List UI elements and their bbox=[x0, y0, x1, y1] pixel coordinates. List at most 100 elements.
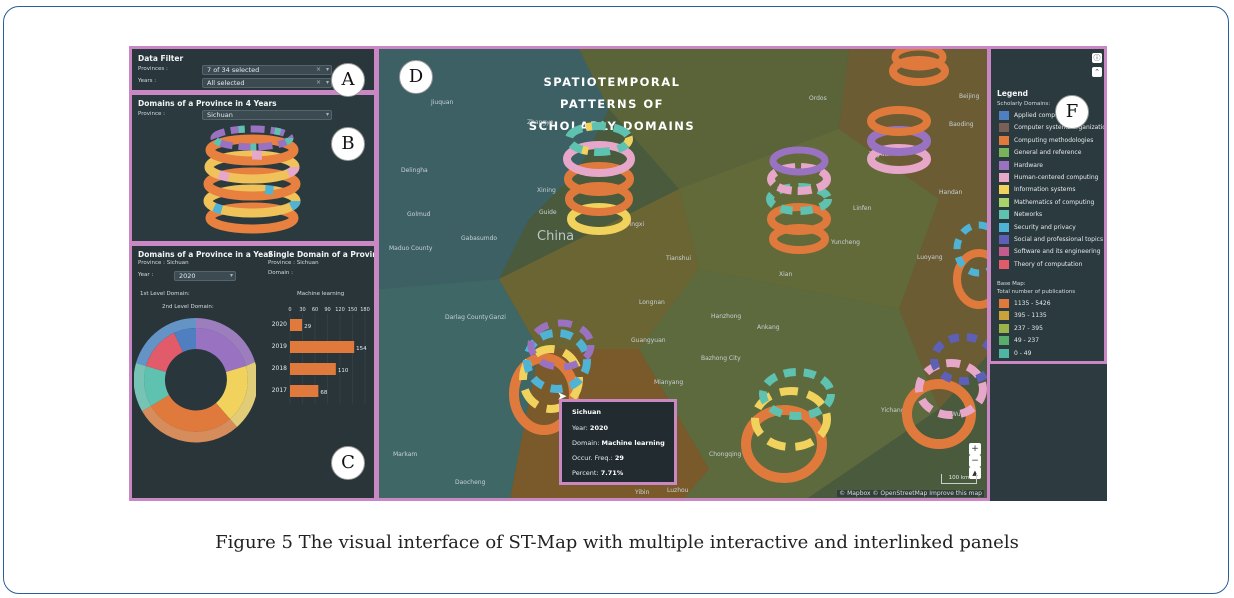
category-label: 2020 bbox=[272, 321, 287, 328]
legend-swatch bbox=[999, 160, 1009, 170]
st-map-interface: Data Filter Provinces : 7 of 34 selected… bbox=[129, 46, 1107, 501]
clear-icon[interactable]: × bbox=[316, 66, 321, 74]
basemap-legend-item[interactable]: 395 - 1135 bbox=[999, 311, 1047, 321]
category-label: 2017 bbox=[272, 387, 287, 394]
basemap-legend-item[interactable]: 0 - 49 bbox=[999, 348, 1031, 359]
chevron-down-icon[interactable]: ▾ bbox=[326, 66, 329, 74]
legend-panel: ⓘ ⌃ Legend Scholarly Domains: Applied co… bbox=[988, 46, 1107, 364]
province-select[interactable]: Sichuan ▾ bbox=[202, 110, 332, 120]
badge-a: A bbox=[331, 63, 365, 97]
bar[interactable] bbox=[290, 385, 319, 397]
badge-f: F bbox=[1055, 95, 1089, 129]
tooltip-domain: Domain: Machine learning bbox=[572, 439, 665, 447]
basemap-legend-item[interactable]: 1135 - 5426 bbox=[999, 299, 1051, 309]
level2-label: 2nd Level Domain: bbox=[162, 304, 214, 310]
category-label: 2018 bbox=[272, 365, 287, 372]
years-select[interactable]: All selected × ▾ bbox=[202, 78, 332, 88]
province-4-years-panel: Domains of a Province in 4 Years Provinc… bbox=[129, 92, 377, 244]
badge-d: D bbox=[399, 60, 433, 94]
bar[interactable] bbox=[290, 319, 303, 331]
legend-title: Legend bbox=[997, 89, 1029, 98]
legend-swatch bbox=[999, 135, 1009, 145]
clear-icon[interactable]: × bbox=[316, 79, 321, 87]
ring-stack bbox=[203, 125, 301, 234]
domain-legend-item[interactable]: Human-centered computing bbox=[999, 173, 1098, 183]
tooltip-domain-value: Machine learning bbox=[601, 439, 665, 447]
x-tick-label: 180 bbox=[360, 307, 370, 313]
legend-label: Networks bbox=[1014, 211, 1043, 219]
legend-label: 49 - 237 bbox=[1014, 337, 1040, 345]
right-title: Single Domain of a Province bbox=[268, 250, 377, 259]
legend-label: 237 - 395 bbox=[1014, 324, 1043, 332]
ring-glyph-layer bbox=[509, 49, 990, 483]
provinces-select[interactable]: 7 of 34 selected × ▾ bbox=[202, 65, 332, 75]
legend-swatch bbox=[999, 235, 1009, 244]
info-icon[interactable]: ⓘ bbox=[1092, 53, 1102, 63]
domain-legend-item[interactable]: Hardware bbox=[999, 160, 1043, 171]
year-select[interactable]: 2020 ▾ bbox=[174, 271, 236, 281]
ring-glyph-gansu[interactable] bbox=[563, 122, 635, 235]
bar-value-label: 29 bbox=[304, 324, 311, 330]
bar[interactable] bbox=[290, 341, 355, 353]
basemap-legend-item[interactable]: 237 - 395 bbox=[999, 323, 1043, 334]
bar-value-label: 110 bbox=[338, 368, 349, 374]
province-value: Sichuan bbox=[207, 111, 233, 119]
bar[interactable] bbox=[290, 363, 336, 375]
domain-legend-item[interactable]: Mathematics of computing bbox=[999, 197, 1094, 208]
map-attribution[interactable]: © Mapbox © OpenStreetMap Improve this ma… bbox=[837, 490, 984, 497]
x-tick-label: 120 bbox=[335, 307, 345, 313]
domains-title: Scholarly Domains: bbox=[997, 101, 1051, 107]
right-province: Province : Sichuan bbox=[268, 260, 319, 266]
zoom-out-button[interactable]: − bbox=[969, 455, 981, 467]
tooltip-year: Year: 2020 bbox=[572, 424, 608, 432]
ring-glyph-hubei[interactable] bbox=[902, 333, 990, 449]
legend-label: 1135 - 5426 bbox=[1014, 300, 1051, 307]
tooltip-freq-label: Occur. Freq.: bbox=[572, 454, 613, 462]
x-tick-label: 30 bbox=[299, 307, 305, 313]
domain-legend-item[interactable]: Networks bbox=[999, 210, 1042, 220]
domain-legend-item[interactable]: General and reference bbox=[999, 148, 1081, 158]
domain-legend-item[interactable]: Theory of computation bbox=[999, 259, 1082, 270]
domain-legend-item[interactable]: Computing methodologies bbox=[999, 135, 1093, 146]
legend-swatch bbox=[999, 111, 1009, 120]
chevron-down-icon[interactable]: ▾ bbox=[230, 272, 233, 280]
left-province: Province : Sichuan bbox=[138, 260, 189, 266]
domain-legend-item[interactable]: Security and privacy bbox=[999, 222, 1076, 233]
domain-legend-item[interactable]: Information systems bbox=[999, 185, 1075, 195]
ring-glyph-shanxi[interactable] bbox=[867, 49, 949, 174]
year-label: Year : bbox=[138, 272, 154, 278]
map-panel[interactable]: SPATIOTEMPORAL PATTERNS OF SCHOLARLY DOM… bbox=[376, 46, 990, 501]
chevron-down-icon[interactable]: ▾ bbox=[326, 111, 329, 119]
tooltip-freq: Occur. Freq.: 29 bbox=[572, 454, 624, 462]
chevron-down-icon[interactable]: ▾ bbox=[326, 79, 329, 87]
legend-swatch bbox=[999, 222, 1009, 232]
left-title: Domains of a Province in a Year bbox=[138, 250, 273, 259]
ring-glyph-chongqing[interactable] bbox=[741, 368, 835, 483]
legend-swatch bbox=[999, 336, 1009, 346]
legend-label: 395 - 1135 bbox=[1014, 312, 1047, 320]
badge-c: C bbox=[331, 446, 365, 480]
legend-label: Software and its engineering bbox=[1014, 248, 1101, 256]
legend-label: General and reference bbox=[1014, 149, 1082, 157]
legend-swatch bbox=[999, 185, 1009, 195]
sunburst-chart[interactable] bbox=[134, 314, 256, 444]
domain-legend-item[interactable]: Social and professional topics bbox=[999, 235, 1103, 245]
tooltip-freq-value: 29 bbox=[614, 454, 624, 462]
basemap-subtitle: Total number of publications bbox=[997, 289, 1076, 295]
provinces-label: Provinces : bbox=[138, 66, 168, 72]
basemap-legend-item[interactable]: 49 - 237 bbox=[999, 336, 1039, 346]
zoom-in-button[interactable]: + bbox=[969, 443, 981, 455]
bar-chart[interactable]: 0 30 60 90 120 150 180 2020 29 2019 154 2018 110 2017… bbox=[260, 304, 370, 414]
year-value: 2020 bbox=[179, 272, 196, 280]
ring-glyph-henan[interactable] bbox=[953, 221, 990, 309]
legend-label: Information systems bbox=[1014, 186, 1076, 194]
collapse-icon[interactable]: ⌃ bbox=[1092, 67, 1102, 77]
ring-glyph-shaanxi[interactable] bbox=[766, 146, 832, 254]
provinces-value: 7 of 34 selected bbox=[207, 66, 260, 74]
domain-legend-item[interactable]: Computer systems organization bbox=[999, 123, 1104, 133]
domain-legend-item[interactable]: Software and its engineering bbox=[999, 247, 1101, 257]
province-label: Province : bbox=[138, 111, 166, 117]
tooltip-year-label: Year: bbox=[572, 424, 588, 432]
legend-label: Human-centered computing bbox=[1014, 174, 1099, 181]
bar-value-label: 154 bbox=[356, 346, 367, 352]
